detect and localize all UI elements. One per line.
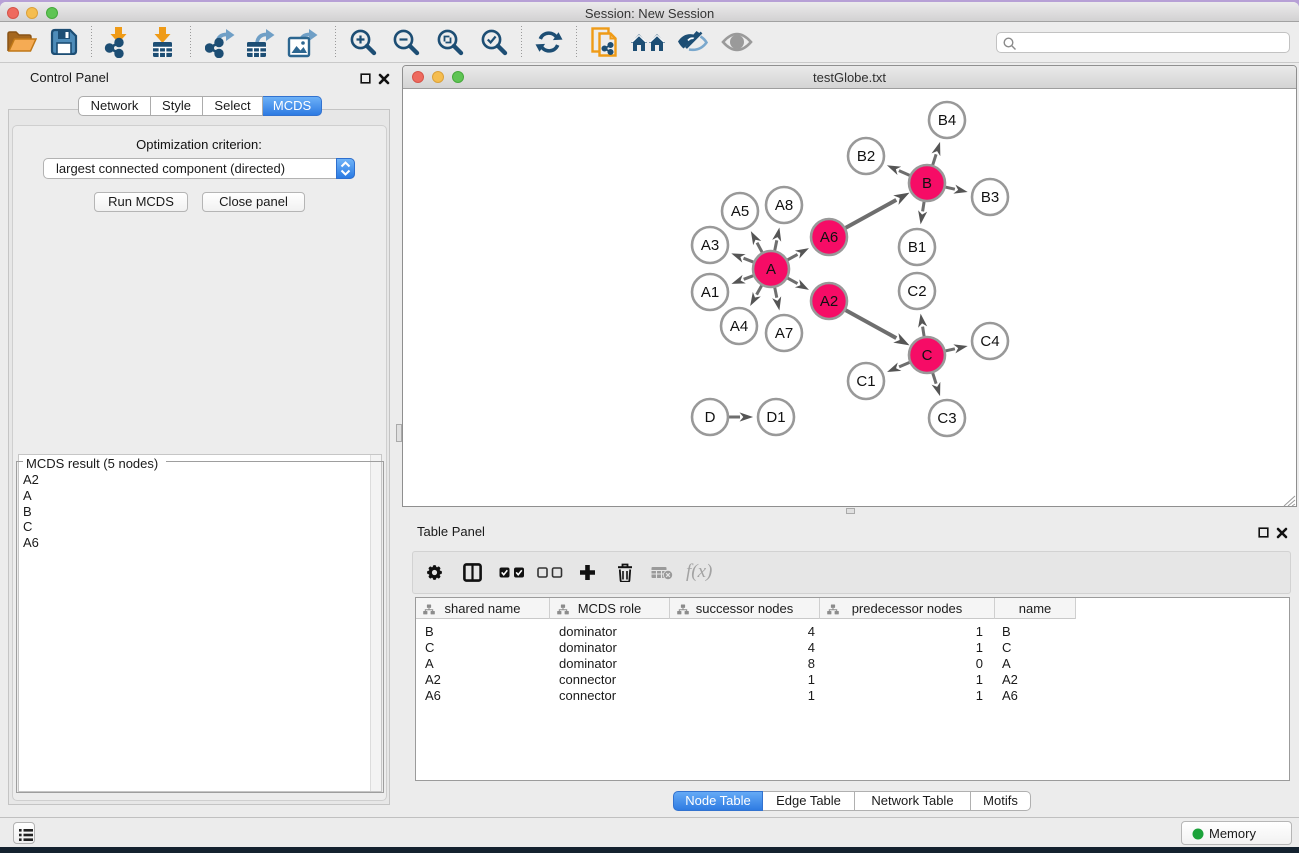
svg-text:D1: D1 [766, 409, 785, 426]
svg-text:B1: B1 [908, 239, 926, 256]
svg-text:C: C [922, 347, 933, 364]
svg-text:B2: B2 [857, 148, 875, 165]
svg-text:C1: C1 [856, 373, 875, 390]
svg-text:B3: B3 [981, 189, 999, 206]
svg-text:A1: A1 [701, 284, 719, 301]
svg-text:A5: A5 [731, 203, 749, 220]
svg-text:D: D [705, 409, 716, 426]
svg-text:B4: B4 [938, 112, 956, 129]
svg-text:A8: A8 [775, 197, 793, 214]
svg-text:A2: A2 [820, 293, 838, 310]
svg-text:A7: A7 [775, 325, 793, 342]
svg-text:A6: A6 [820, 229, 838, 246]
svg-text:A: A [766, 261, 776, 278]
svg-text:C3: C3 [937, 410, 956, 427]
svg-text:C2: C2 [907, 283, 926, 300]
svg-text:A3: A3 [701, 237, 719, 254]
svg-text:B: B [922, 175, 932, 192]
svg-text:C4: C4 [980, 333, 999, 350]
svg-text:A4: A4 [730, 318, 748, 335]
